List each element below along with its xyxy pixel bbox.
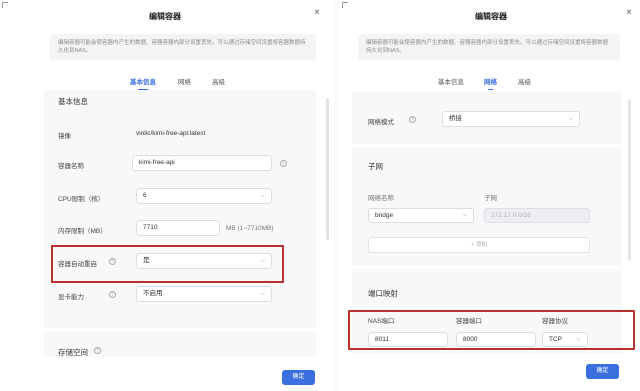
image-value: vinlic/kimi-free-api:latest — [136, 130, 206, 137]
scrollbar[interactable] — [326, 98, 329, 240]
memory-limit-input[interactable]: 7710 — [136, 220, 220, 236]
window-corner — [2, 2, 8, 8]
container-name-label: 容器名称 — [58, 163, 84, 170]
notice-banner: 编辑容器可能会使容器内产生的数据、容器容器内部分设置丢失。可以通过存储空间设置将… — [50, 34, 316, 60]
add-subnet-button[interactable]: + 添加 — [368, 237, 590, 253]
tab-advanced[interactable]: 高级 — [212, 76, 225, 86]
subnet-label: 子网 — [484, 195, 497, 202]
tab-advanced[interactable]: 高级 — [518, 76, 531, 86]
tab-basic-info[interactable]: 基本信息 — [130, 76, 156, 90]
help-icon[interactable]: ? — [409, 116, 416, 123]
network-name-label: 网络名称 — [368, 195, 394, 202]
network-mode-label: 网络模式 — [368, 119, 394, 126]
cpu-limit-select[interactable]: 6 ⌵ — [136, 188, 272, 204]
dialog-title: 编辑容器 — [149, 12, 181, 21]
gpu-label: 显卡能力 — [58, 294, 84, 301]
network-mode-select[interactable]: 桥接 ⌵ — [442, 111, 580, 127]
close-icon[interactable]: × — [314, 8, 320, 18]
section-title: 基本信息 — [58, 97, 88, 106]
section-divider — [352, 144, 622, 147]
help-icon[interactable]: ? — [94, 347, 101, 354]
chevron-down-icon: ⌵ — [260, 193, 265, 199]
tab-bar: 基本信息 网络 高级 — [342, 76, 640, 90]
info-icon[interactable]: i — [280, 160, 287, 167]
tab-basic-info[interactable]: 基本信息 — [438, 76, 464, 86]
edit-container-dialog-network: 编辑容器 × 编辑容器可能会使容器内产生的数据、容器容器内部分设置丢失。可以通过… — [342, 0, 640, 391]
port-mapping-title: 端口映射 — [368, 289, 398, 298]
dialog-title: 编辑容器 — [475, 12, 507, 21]
storage-section-title: 存储空间 — [58, 348, 88, 357]
highlight-box — [51, 245, 284, 283]
memory-limit-value: 7710 — [143, 224, 158, 231]
tab-network[interactable]: 网络 — [484, 76, 497, 90]
help-icon[interactable]: ? — [109, 291, 116, 298]
chevron-down-icon: ⌵ — [462, 212, 467, 218]
tab-network[interactable]: 网络 — [178, 76, 191, 86]
chevron-down-icon: ⌵ — [568, 116, 573, 122]
gpu-value: 不启用 — [143, 290, 163, 297]
network-name-select[interactable]: bridge ⌵ — [368, 208, 474, 223]
cpu-limit-label: CPU限制（核） — [58, 196, 105, 203]
section-divider — [352, 266, 622, 269]
notice-banner: 编辑容器可能会使容器内产生的数据、容器容器内部分设置丢失。可以通过存储空间设置将… — [358, 34, 620, 60]
chevron-down-icon: ⌵ — [260, 291, 265, 297]
subnet-input: 172.17.0.0/16 — [484, 208, 590, 223]
panel-divider — [333, 0, 339, 391]
memory-range-hint: MB (1~7710MB) — [226, 225, 274, 232]
tab-bar: 基本信息 网络 高级 — [0, 76, 330, 90]
memory-limit-label: 内存限制（MB） — [58, 228, 107, 235]
cpu-limit-value: 6 — [143, 192, 147, 199]
section-divider — [44, 328, 316, 331]
network-mode-value: 桥接 — [449, 115, 462, 122]
window-corner — [342, 2, 348, 8]
confirm-button[interactable]: 确定 — [586, 364, 619, 379]
scrollbar[interactable] — [628, 100, 631, 260]
network-name-value: bridge — [375, 212, 394, 219]
subnet-value: 172.17.0.0/16 — [491, 212, 531, 219]
highlight-box — [348, 310, 635, 350]
edit-container-dialog-basic: 编辑容器 × 编辑容器可能会使容器内产生的数据、容器容器内部分设置丢失。可以通过… — [0, 0, 330, 391]
image-label: 镜像 — [58, 133, 71, 140]
close-icon[interactable]: × — [626, 8, 632, 18]
gpu-select[interactable]: 不启用 ⌵ — [136, 286, 272, 302]
container-name-input[interactable]: kimi-free-api — [132, 155, 272, 171]
container-name-value: kimi-free-api — [139, 159, 175, 166]
subnet-section-title: 子网 — [368, 162, 383, 171]
form-scroll-area[interactable]: 基本信息 镜像 vinlic/kimi-free-api:latest 容器名称… — [44, 90, 316, 357]
confirm-button[interactable]: 确定 — [282, 370, 315, 385]
